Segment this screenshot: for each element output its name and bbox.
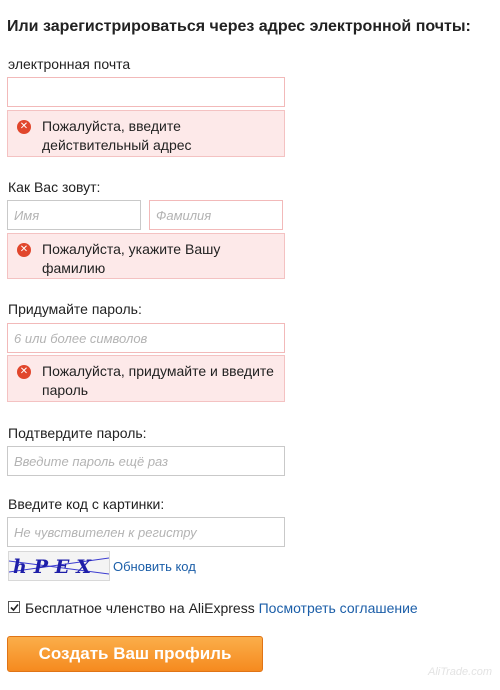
captcha-label: Введите код с картинки:: [8, 496, 165, 512]
password-label: Придумайте пароль:: [8, 301, 142, 317]
first-name-input[interactable]: [7, 200, 141, 230]
email-input[interactable]: [7, 77, 285, 107]
captcha-input[interactable]: [7, 517, 285, 547]
confirm-password-input[interactable]: [7, 446, 285, 476]
view-agreement-link[interactable]: Посмотреть соглашение: [259, 600, 418, 616]
confirm-password-label: Подтвердите пароль:: [8, 425, 147, 441]
error-x-icon: ✕: [17, 243, 31, 257]
agreement-label: Бесплатное членство на AliExpress Посмот…: [25, 600, 418, 616]
last-name-input[interactable]: [149, 200, 283, 230]
error-x-icon: ✕: [17, 120, 31, 134]
password-error-text: Пожалуйста, придумайте и введите пароль: [42, 363, 274, 398]
page-heading: Или зарегистрироваться через адрес элект…: [7, 18, 471, 35]
error-x-icon: ✕: [17, 365, 31, 379]
captcha-image: hPEX: [8, 551, 110, 581]
agreement-text: Бесплатное членство на AliExpress: [25, 600, 255, 616]
password-input[interactable]: [7, 323, 285, 353]
email-error-text: Пожалуйста, введите действительный адрес: [42, 118, 192, 153]
name-error-text: Пожалуйста, укажите Вашу фамилию: [42, 241, 221, 276]
create-profile-button[interactable]: Создать Ваш профиль: [7, 636, 263, 672]
watermark: AliTrade.com: [428, 666, 492, 678]
name-error: ✕ Пожалуйста, укажите Вашу фамилию: [7, 233, 285, 279]
email-label: электронная почта: [8, 56, 131, 72]
password-error: ✕ Пожалуйста, придумайте и введите парол…: [7, 355, 285, 402]
refresh-captcha-link[interactable]: Обновить код: [113, 559, 196, 574]
checkmark-icon: [10, 603, 19, 612]
email-error: ✕ Пожалуйста, введите действительный адр…: [7, 110, 285, 157]
name-label: Как Вас зовут:: [8, 179, 101, 195]
captcha-image-graphic: hPEX: [9, 556, 109, 578]
agreement-checkbox[interactable]: [8, 601, 20, 613]
